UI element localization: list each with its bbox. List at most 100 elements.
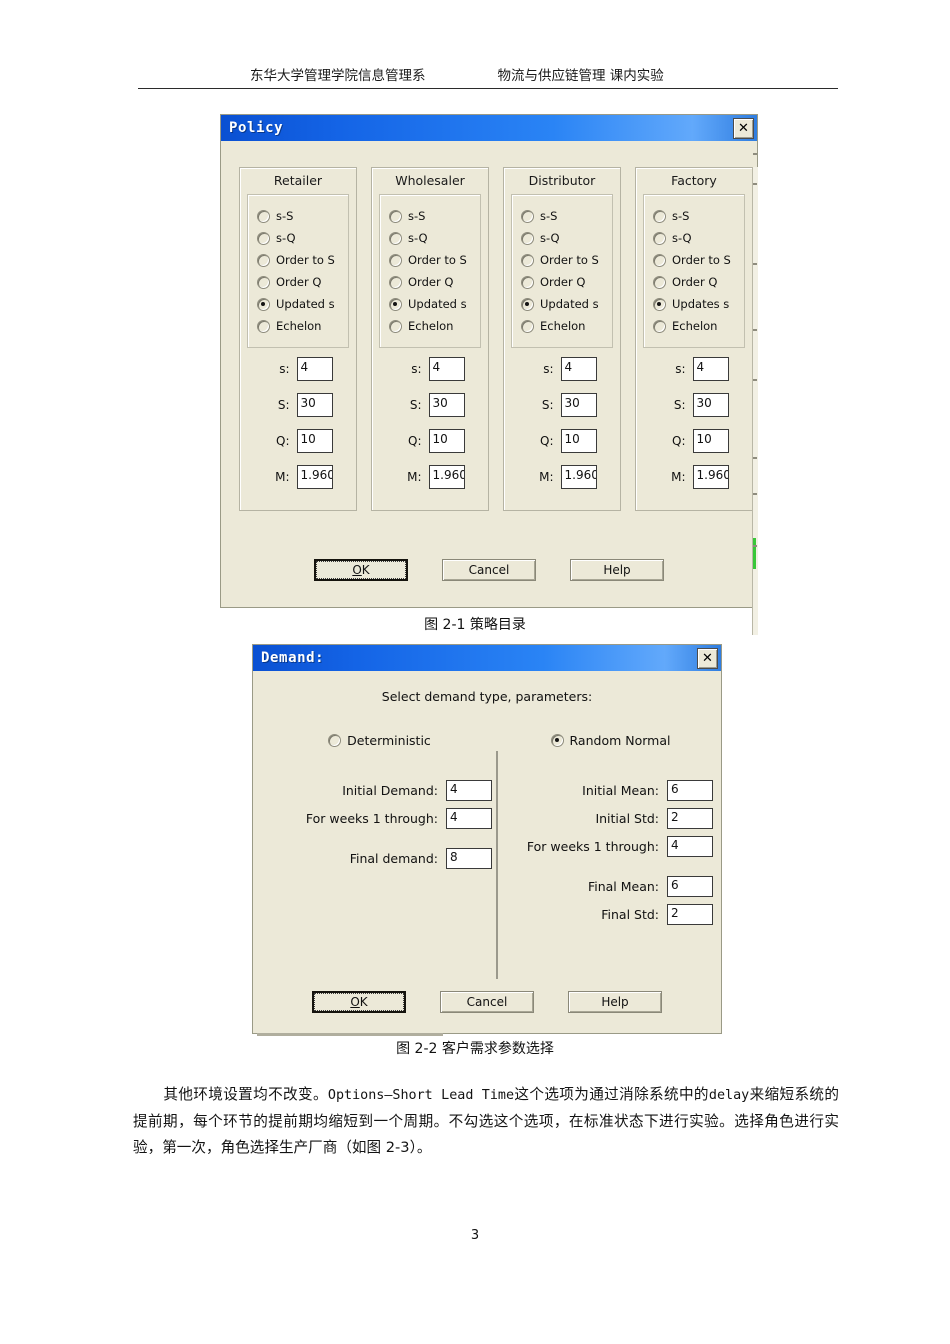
radio-echelon[interactable]: Echelon bbox=[248, 315, 348, 337]
param-input-S[interactable]: 30 bbox=[692, 393, 729, 417]
param-input-S[interactable]: 30 bbox=[428, 393, 465, 417]
radio-updates-s[interactable]: Updates s bbox=[644, 293, 744, 315]
demand-titlebar: Demand: ✕ bbox=[253, 645, 721, 671]
param-row-s: s: 4 bbox=[372, 356, 488, 382]
field-label: Initial Std: bbox=[595, 811, 659, 826]
initial-std-input[interactable]: 2 bbox=[667, 808, 713, 829]
radio-echelon[interactable]: Echelon bbox=[380, 315, 480, 337]
param-input-Q[interactable]: 10 bbox=[428, 429, 465, 453]
policy-body: Retailer s-S s-Q Order to S Order Q Upda… bbox=[221, 141, 758, 635]
policy-params-wholesaler: s: 4 S: 30 Q: 10 M: 1.960 bbox=[372, 356, 488, 510]
param-input-M[interactable]: 1.960 bbox=[428, 465, 465, 489]
radio-order-q[interactable]: Order Q bbox=[512, 271, 612, 293]
radio-label: Updates s bbox=[672, 297, 730, 311]
close-icon[interactable]: ✕ bbox=[697, 647, 718, 669]
close-icon[interactable]: ✕ bbox=[733, 117, 754, 139]
radio-icon bbox=[257, 231, 270, 245]
cancel-button[interactable]: Cancel bbox=[442, 559, 536, 581]
radio-s-S[interactable]: s-S bbox=[644, 205, 744, 227]
policy-params-factory: s: 4 S: 30 Q: 10 M: 1.960 bbox=[636, 356, 752, 510]
param-row-S: S: 30 bbox=[504, 392, 620, 418]
cancel-button[interactable]: Cancel bbox=[440, 991, 534, 1013]
radio-s-S[interactable]: s-S bbox=[512, 205, 612, 227]
param-label: S: bbox=[541, 398, 554, 412]
radio-random-normal[interactable]: Random Normal bbox=[508, 733, 713, 748]
param-input-s[interactable]: 4 bbox=[296, 357, 333, 381]
radio-icon bbox=[257, 319, 270, 333]
param-input-s[interactable]: 4 bbox=[428, 357, 465, 381]
radio-icon bbox=[653, 231, 666, 245]
radio-order-to-s[interactable]: Order to S bbox=[248, 249, 348, 271]
ok-button[interactable]: OK bbox=[312, 991, 406, 1013]
final-std-input[interactable]: 2 bbox=[667, 904, 713, 925]
radio-order-q[interactable]: Order Q bbox=[248, 271, 348, 293]
param-input-Q[interactable]: 10 bbox=[296, 429, 333, 453]
param-label: S: bbox=[277, 398, 290, 412]
column-title: Distributor bbox=[528, 173, 596, 188]
policy-column-distributor: Distributor s-S s-Q Order to S Order Q U… bbox=[503, 167, 621, 511]
demand-divider bbox=[496, 751, 498, 979]
radio-s-Q[interactable]: s-Q bbox=[512, 227, 612, 249]
param-input-S[interactable]: 30 bbox=[560, 393, 597, 417]
param-input-M[interactable]: 1.960 bbox=[692, 465, 729, 489]
initial-demand-input[interactable]: 4 bbox=[446, 780, 492, 801]
radio-icon-selected bbox=[521, 297, 534, 311]
param-input-M[interactable]: 1.960 bbox=[296, 465, 333, 489]
radio-label: s-S bbox=[540, 209, 558, 223]
radio-updated-s[interactable]: Updated s bbox=[248, 293, 348, 315]
edge-tick bbox=[753, 493, 757, 495]
radio-s-S[interactable]: s-S bbox=[380, 205, 480, 227]
initial-mean-input[interactable]: 6 bbox=[667, 780, 713, 801]
radio-echelon[interactable]: Echelon bbox=[512, 315, 612, 337]
radio-icon bbox=[521, 253, 534, 267]
param-row-Q: Q: 10 bbox=[240, 428, 356, 454]
final-demand-input[interactable]: 8 bbox=[446, 848, 492, 869]
final-mean-input[interactable]: 6 bbox=[667, 876, 713, 897]
radio-order-to-s[interactable]: Order to S bbox=[512, 249, 612, 271]
paragraph-mono-1: Options—Short Lead Time bbox=[327, 1088, 515, 1103]
radio-icon bbox=[389, 319, 402, 333]
help-button[interactable]: Help bbox=[570, 559, 664, 581]
ok-button[interactable]: OK bbox=[314, 559, 408, 581]
edge-tick bbox=[753, 263, 757, 265]
for-weeks-input[interactable]: 4 bbox=[446, 808, 492, 829]
param-input-s[interactable]: 4 bbox=[692, 357, 729, 381]
radio-order-to-s[interactable]: Order to S bbox=[644, 249, 744, 271]
radio-deterministic[interactable]: Deterministic bbox=[267, 733, 492, 748]
param-row-M: M: 1.960 bbox=[372, 464, 488, 490]
field-label: Final demand: bbox=[349, 851, 438, 866]
radio-order-q[interactable]: Order Q bbox=[380, 271, 480, 293]
radio-s-Q[interactable]: s-Q bbox=[644, 227, 744, 249]
param-row-S: S: 30 bbox=[636, 392, 752, 418]
field-label: For weeks 1 through: bbox=[305, 811, 438, 826]
param-input-s[interactable]: 4 bbox=[560, 357, 597, 381]
random-normal-fields: Initial Mean: 6 Initial Std: 2 For weeks… bbox=[508, 780, 713, 925]
policy-radio-group-retailer: s-S s-Q Order to S Order Q Updated s Ech… bbox=[247, 194, 349, 348]
radio-s-S[interactable]: s-S bbox=[248, 205, 348, 227]
edge-tick bbox=[753, 329, 757, 331]
radio-echelon[interactable]: Echelon bbox=[644, 315, 744, 337]
radio-s-Q[interactable]: s-Q bbox=[248, 227, 348, 249]
header-right-text: 物流与供应链管理 课内实验 bbox=[497, 68, 664, 84]
radio-s-Q[interactable]: s-Q bbox=[380, 227, 480, 249]
param-input-Q[interactable]: 10 bbox=[692, 429, 729, 453]
radio-label: s-Q bbox=[540, 231, 560, 245]
help-button[interactable]: Help bbox=[568, 991, 662, 1013]
radio-label: Echelon bbox=[276, 319, 322, 333]
demand-random-normal-section: Random Normal Initial Mean: 6 Initial St… bbox=[508, 733, 713, 932]
param-row-Q: Q: 10 bbox=[372, 428, 488, 454]
for-weeks-input[interactable]: 4 bbox=[667, 836, 713, 857]
param-input-M[interactable]: 1.960 bbox=[560, 465, 597, 489]
radio-order-q[interactable]: Order Q bbox=[644, 271, 744, 293]
field-label: For weeks 1 through: bbox=[526, 839, 659, 854]
radio-label: Echelon bbox=[540, 319, 586, 333]
radio-order-to-s[interactable]: Order to S bbox=[380, 249, 480, 271]
ok-rest: K bbox=[361, 563, 370, 577]
demand-deterministic-section: Deterministic Initial Demand: 4 For week… bbox=[267, 733, 492, 876]
param-input-Q[interactable]: 10 bbox=[560, 429, 597, 453]
radio-updated-s[interactable]: Updated s bbox=[512, 293, 612, 315]
radio-updated-s[interactable]: Updated s bbox=[380, 293, 480, 315]
param-input-S[interactable]: 30 bbox=[296, 393, 333, 417]
edge-tick bbox=[753, 545, 757, 547]
radio-icon bbox=[389, 231, 402, 245]
